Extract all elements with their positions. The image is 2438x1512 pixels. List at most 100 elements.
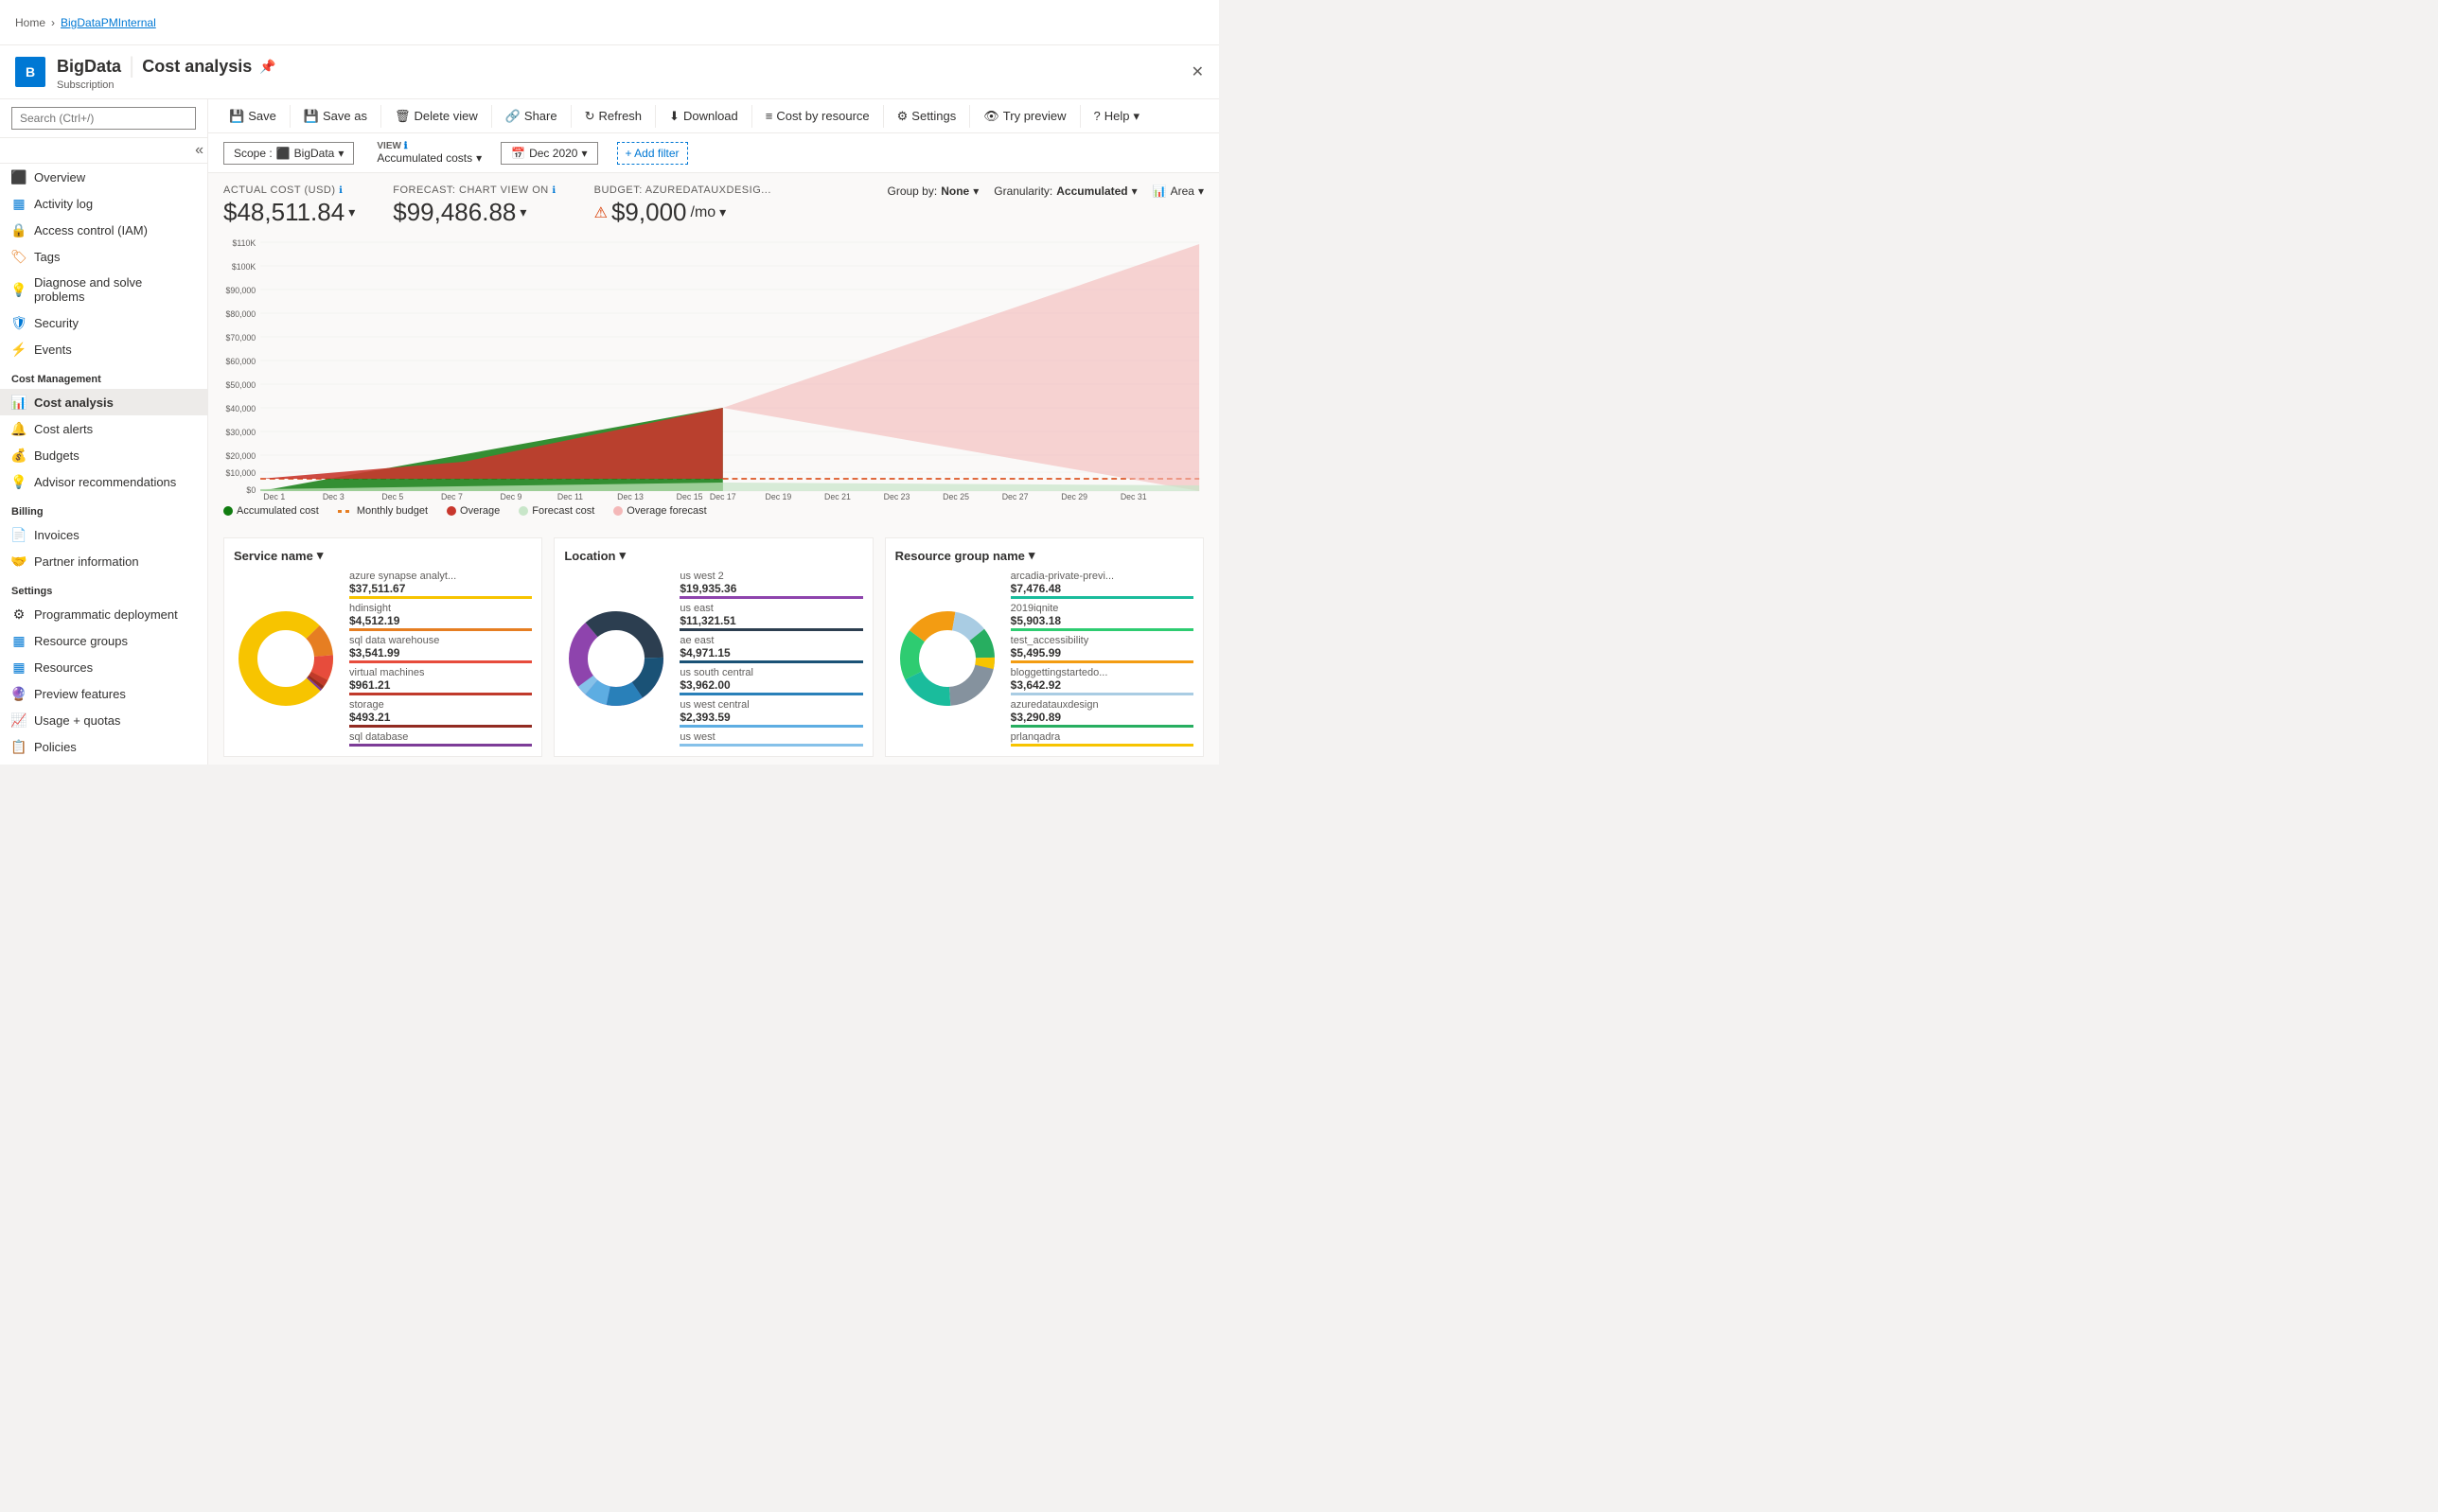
sidebar-item-usage[interactable]: 📈 Usage + quotas [0, 707, 207, 733]
sidebar-item-partner[interactable]: 🤝 Partner information [0, 548, 207, 574]
sidebar-item[interactable]: 🔒 Access control (IAM) [0, 217, 207, 243]
aeeast-bar [680, 660, 862, 663]
preview-icon: 🔮 [11, 686, 26, 701]
legend-item-ussouthcentral: us south central $3,962.00 [680, 667, 862, 695]
sidebar-item-cost-alerts[interactable]: 🔔 Cost alerts [0, 415, 207, 442]
scope-selector[interactable]: Scope : ⬛ BigData ▾ [223, 142, 354, 165]
forecast-cost-value[interactable]: $99,486.88 ▾ [393, 198, 556, 227]
resource-group-chevron-icon: ▾ [1029, 548, 1035, 563]
sidebar-collapse-btn[interactable]: « [0, 138, 207, 164]
azuredatauxdesign-bar [1011, 725, 1193, 728]
sidebar-item-programmatic[interactable]: ⚙ Programmatic deployment [0, 601, 207, 627]
hdinsight-bar [349, 628, 532, 631]
activity-log-icon: ▦ [11, 196, 26, 211]
pin-icon[interactable]: 📌 [259, 59, 275, 75]
svg-text:Dec 17: Dec 17 [710, 492, 736, 500]
ussouthcentral-bar [680, 693, 862, 695]
resource-group-body: arcadia-private-previ... $7,476.48 2019i… [895, 571, 1193, 747]
partner-icon: 🤝 [11, 554, 26, 569]
toolbar-sep-9 [1080, 105, 1081, 128]
calendar-icon: 📅 [511, 147, 525, 160]
download-button[interactable]: ⬇ Download [660, 105, 748, 128]
scope-chevron-icon: ▾ [338, 147, 344, 160]
date-selector[interactable]: 📅 Dec 2020 ▾ [501, 142, 597, 165]
sidebar-item-advisor[interactable]: 💡 Advisor recommendations [0, 468, 207, 495]
actual-cost-chevron: ▾ [348, 204, 355, 220]
sql-db-bar [349, 744, 532, 747]
view-selector[interactable]: Accumulated costs ▾ [377, 151, 482, 165]
legend-item-useast: us east $11,321.51 [680, 603, 862, 631]
cost-summary: ACTUAL COST (USD) ℹ $48,511.84 ▾ FORECAS… [208, 173, 1219, 235]
date-value: Dec 2020 [529, 147, 577, 160]
resource-group-title[interactable]: Resource group name ▾ [895, 548, 1193, 563]
vms-bar [349, 693, 532, 695]
legend-item-aeeast: ae east $4,971.15 [680, 635, 862, 663]
add-filter-button[interactable]: + Add filter [617, 142, 688, 165]
actual-cost-value[interactable]: $48,511.84 ▾ [223, 198, 355, 227]
svg-text:$30,000: $30,000 [225, 428, 256, 437]
sidebar-item-resources[interactable]: ▦ Resources [0, 654, 207, 680]
svg-text:$60,000: $60,000 [225, 357, 256, 366]
toolbar-sep-6 [751, 105, 752, 128]
save-as-icon: 💾 [304, 109, 319, 124]
sidebar-item[interactable]: ⚡ Events [0, 336, 207, 362]
svg-text:$80,000: $80,000 [225, 309, 256, 319]
sidebar-item-label: Access control (IAM) [34, 223, 148, 237]
share-button[interactable]: 🔗 Share [496, 105, 567, 128]
refresh-button[interactable]: ↻ Refresh [575, 105, 651, 128]
sidebar-item-label: Activity log [34, 197, 93, 211]
delete-view-button[interactable]: 🗑 Delete view [385, 105, 487, 128]
forecast-cost-dot [519, 506, 528, 516]
sidebar-item[interactable]: 🛡 Security [0, 309, 207, 336]
cost-analysis-icon: 📊 [11, 395, 26, 410]
service-name-chevron-icon: ▾ [317, 548, 324, 563]
granularity-selector[interactable]: Granularity: Accumulated ▾ [994, 185, 1137, 198]
app-icon: B [15, 57, 45, 87]
search-input[interactable] [11, 107, 196, 130]
try-preview-button[interactable]: 👁 Try preview [974, 105, 1075, 128]
legend-item-hdinsight: hdinsight $4,512.19 [349, 603, 532, 631]
view-selector-group: VIEW ℹ Accumulated costs ▾ [377, 141, 482, 165]
sidebar-item[interactable]: 💡 Diagnose and solve problems [0, 270, 207, 309]
sidebar-item-budgets[interactable]: 💰 Budgets [0, 442, 207, 468]
cost-by-resource-button[interactable]: ≡ Cost by resource [756, 105, 879, 127]
uswestcentral-bar [680, 725, 862, 728]
sidebar-item-policies[interactable]: 📋 Policies [0, 733, 207, 760]
arcadia-bar [1011, 596, 1193, 599]
sidebar-item-resource-groups[interactable]: ▦ Resource groups [0, 627, 207, 654]
location-title[interactable]: Location ▾ [564, 548, 862, 563]
save-icon: 💾 [229, 109, 244, 124]
sidebar-item-preview[interactable]: 🔮 Preview features [0, 680, 207, 707]
budget-cost-value[interactable]: ⚠ $9,000 /mo ▾ [594, 198, 771, 227]
forecast-cost-label: FORECAST: CHART VIEW ON ℹ [393, 185, 556, 196]
iam-icon: 🔒 [11, 222, 26, 237]
help-button[interactable]: ? Help ▾ [1085, 105, 1150, 128]
toolbar-sep-3 [491, 105, 492, 128]
bloggetting-bar [1011, 693, 1193, 695]
legend-item-prlanqadra: prlanqadra [1011, 731, 1193, 747]
breadcrumb-home[interactable]: Home [15, 16, 45, 29]
service-name-title[interactable]: Service name ▾ [234, 548, 532, 563]
legend-item-sql-db: sql database [349, 731, 532, 747]
save-button[interactable]: 💾 Save [220, 105, 286, 128]
sidebar-item[interactable]: ▦ Activity log [0, 190, 207, 217]
sidebar-item-mgmt-certs[interactable]: 🏅 Management certificates [0, 760, 207, 765]
sidebar-item[interactable]: ⬛ Overview [0, 164, 207, 190]
sidebar-item-label: Security [34, 316, 79, 330]
toolbar-sep-2 [380, 105, 381, 128]
area-selector[interactable]: 📊 Area ▾ [1153, 185, 1204, 198]
sidebar-item-cost-analysis[interactable]: 📊 Cost analysis [0, 389, 207, 415]
close-icon[interactable]: ✕ [1192, 62, 1204, 81]
forecast-cost-item: FORECAST: CHART VIEW ON ℹ $99,486.88 ▾ [393, 185, 556, 227]
sidebar-item-invoices[interactable]: 📄 Invoices [0, 521, 207, 548]
save-as-button[interactable]: 💾 Save as [294, 105, 377, 128]
group-by-selector[interactable]: Group by: None ▾ [888, 185, 980, 198]
svg-text:$20,000: $20,000 [225, 451, 256, 461]
breadcrumb-subscription[interactable]: BigDataPMInternal [61, 16, 156, 29]
date-chevron-icon: ▾ [581, 147, 587, 160]
chart-container: $110K $100K $90,000 $80,000 $70,000 $60,… [223, 235, 1204, 500]
sidebar-item[interactable]: 🏷 Tags [0, 243, 207, 270]
cost-alerts-icon: 🔔 [11, 421, 26, 436]
settings-button[interactable]: ⚙ Settings [888, 105, 966, 128]
svg-text:Dec 13: Dec 13 [617, 492, 644, 500]
